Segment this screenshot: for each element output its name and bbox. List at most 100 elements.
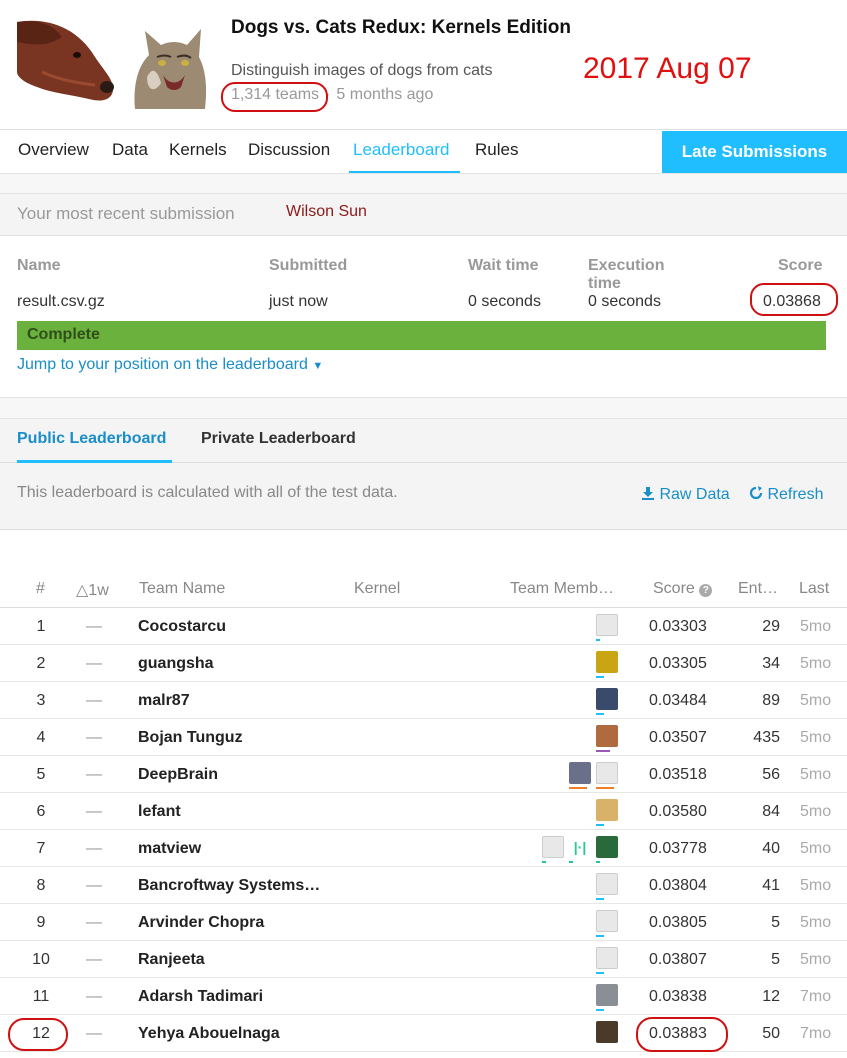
raw-data-link[interactable]: Raw Data bbox=[641, 486, 730, 504]
th-team-name[interactable]: Team Name bbox=[139, 580, 225, 598]
table-row[interactable]: 2 — guangsha 0.03305 34 5mo bbox=[0, 645, 847, 682]
th-entries[interactable]: Ent… bbox=[738, 580, 778, 598]
jump-to-position-link[interactable]: Jump to your position on the leaderboard… bbox=[17, 356, 323, 374]
submitter-name[interactable]: Wilson Sun bbox=[286, 203, 367, 221]
table-row[interactable]: 8 — Bancroftway Systems… 0.03804 41 5mo bbox=[0, 867, 847, 904]
member-avatar[interactable]: |·| bbox=[569, 836, 591, 858]
row-team-name[interactable]: lefant bbox=[138, 803, 181, 821]
row-entries: 41 bbox=[762, 877, 780, 894]
row-team-name[interactable]: malr87 bbox=[138, 692, 190, 710]
row-last: 5mo bbox=[800, 951, 832, 968]
tab-rules[interactable]: Rules bbox=[475, 140, 518, 160]
competition-header: Dogs vs. Cats Redux: Kernels Edition Dis… bbox=[0, 0, 847, 130]
member-avatar[interactable] bbox=[596, 614, 618, 636]
table-row[interactable]: 5 — DeepBrain 0.03518 56 5mo bbox=[0, 756, 847, 793]
team-count[interactable]: 1,314 teams bbox=[231, 86, 319, 103]
table-row[interactable]: 1 — Cocostarcu 0.03303 29 5mo bbox=[0, 608, 847, 645]
row-score: 0.03883 bbox=[649, 1025, 707, 1042]
table-row[interactable]: 12 — Yehya Abouelnaga 0.03883 50 7mo bbox=[0, 1015, 847, 1052]
tab-kernels[interactable]: Kernels bbox=[169, 140, 227, 160]
row-score: 0.03778 bbox=[649, 840, 707, 857]
submission-time: just now bbox=[269, 293, 328, 310]
tab-leaderboard[interactable]: Leaderboard bbox=[353, 140, 449, 160]
row-rank: 10 bbox=[32, 951, 50, 968]
tab-public-leaderboard[interactable]: Public Leaderboard bbox=[17, 430, 166, 448]
row-team-name[interactable]: matview bbox=[138, 840, 201, 858]
submission-score: 0.03868 bbox=[763, 293, 821, 310]
member-avatar[interactable] bbox=[596, 947, 618, 969]
late-submissions-button[interactable]: Late Submissions bbox=[662, 131, 847, 173]
row-team-name[interactable]: Cocostarcu bbox=[138, 618, 226, 636]
row-change: — bbox=[86, 1025, 102, 1042]
row-change: — bbox=[86, 988, 102, 1005]
col-name-header: Name bbox=[17, 257, 61, 274]
row-team-name[interactable]: Ranjeeta bbox=[138, 951, 205, 969]
row-rank: 4 bbox=[36, 729, 46, 746]
refresh-label: Refresh bbox=[767, 486, 824, 503]
help-icon[interactable]: ? bbox=[699, 584, 713, 597]
avatar-tier-indicator bbox=[596, 639, 600, 641]
avatar-tier-indicator bbox=[596, 750, 610, 752]
competition-tabs: Overview Data Kernels Discussion Leaderb… bbox=[0, 129, 847, 174]
member-avatar[interactable] bbox=[596, 836, 618, 858]
avatar-tier-indicator bbox=[596, 676, 604, 678]
th-change[interactable]: △1w bbox=[76, 580, 109, 600]
row-team-name[interactable]: DeepBrain bbox=[138, 766, 218, 784]
divider bbox=[0, 397, 847, 419]
member-avatar[interactable] bbox=[596, 688, 618, 710]
table-row[interactable]: 10 — Ranjeeta 0.03807 5 5mo bbox=[0, 941, 847, 978]
row-entries: 84 bbox=[762, 803, 780, 820]
avatar-tier-indicator bbox=[569, 787, 587, 789]
table-row[interactable]: 7 — matview |·| 0.03778 40 5mo bbox=[0, 830, 847, 867]
download-icon bbox=[642, 487, 654, 500]
row-team-name[interactable]: guangsha bbox=[138, 655, 214, 673]
member-avatar[interactable] bbox=[596, 651, 618, 673]
row-team-name[interactable]: Bancroftway Systems… bbox=[138, 877, 320, 895]
row-last: 5mo bbox=[800, 877, 832, 894]
competition-subtitle: Distinguish images of dogs from cats bbox=[231, 62, 493, 79]
th-team-members[interactable]: Team Memb… bbox=[510, 580, 614, 598]
leaderboard-table-header: # △1w Team Name Kernel Team Memb… Score … bbox=[0, 570, 847, 608]
tab-private-leaderboard[interactable]: Private Leaderboard bbox=[201, 430, 356, 448]
table-row[interactable]: 6 — lefant 0.03580 84 5mo bbox=[0, 793, 847, 830]
th-last[interactable]: Last bbox=[799, 580, 829, 598]
row-team-name[interactable]: Adarsh Tadimari bbox=[138, 988, 263, 1006]
th-rank[interactable]: # bbox=[36, 580, 45, 598]
member-avatar[interactable] bbox=[596, 762, 618, 784]
avatar-tier-indicator bbox=[596, 1009, 604, 1011]
avatar-tier-indicator bbox=[542, 861, 546, 863]
leaderboard-info: This leaderboard is calculated with all … bbox=[0, 463, 847, 530]
th-kernel[interactable]: Kernel bbox=[354, 580, 400, 598]
row-score: 0.03507 bbox=[649, 729, 707, 746]
row-score: 0.03518 bbox=[649, 766, 707, 783]
row-last: 5mo bbox=[800, 840, 832, 857]
row-team-name[interactable]: Bojan Tunguz bbox=[138, 729, 243, 747]
jump-link-text: Jump to your position on the leaderboard bbox=[17, 356, 308, 373]
member-avatar[interactable] bbox=[596, 725, 618, 747]
avatar-tier-indicator bbox=[596, 898, 604, 900]
recent-submission-bar: Your most recent submission Wilson Sun bbox=[0, 194, 847, 236]
member-avatar[interactable] bbox=[569, 762, 591, 784]
row-rank: 1 bbox=[36, 618, 46, 635]
row-score: 0.03804 bbox=[649, 877, 707, 894]
tab-discussion[interactable]: Discussion bbox=[248, 140, 330, 160]
tab-overview[interactable]: Overview bbox=[18, 140, 89, 160]
member-avatar[interactable] bbox=[596, 1021, 618, 1043]
table-row[interactable]: 9 — Arvinder Chopra 0.03805 5 5mo bbox=[0, 904, 847, 941]
row-last: 5mo bbox=[800, 729, 832, 746]
member-avatar[interactable] bbox=[596, 873, 618, 895]
table-row[interactable]: 4 — Bojan Tunguz 0.03507 435 5mo bbox=[0, 719, 847, 756]
row-change: — bbox=[86, 877, 102, 894]
member-avatar[interactable] bbox=[542, 836, 564, 858]
refresh-link[interactable]: Refresh bbox=[749, 486, 823, 504]
row-last: 5mo bbox=[800, 914, 832, 931]
member-avatar[interactable] bbox=[596, 910, 618, 932]
table-row[interactable]: 3 — malr87 0.03484 89 5mo bbox=[0, 682, 847, 719]
th-score[interactable]: Score ? bbox=[653, 580, 713, 598]
row-team-name[interactable]: Arvinder Chopra bbox=[138, 914, 264, 932]
member-avatar[interactable] bbox=[596, 799, 618, 821]
row-team-name[interactable]: Yehya Abouelnaga bbox=[138, 1025, 280, 1043]
member-avatar[interactable] bbox=[596, 984, 618, 1006]
tab-data[interactable]: Data bbox=[112, 140, 148, 160]
table-row[interactable]: 11 — Adarsh Tadimari 0.03838 12 7mo bbox=[0, 978, 847, 1015]
